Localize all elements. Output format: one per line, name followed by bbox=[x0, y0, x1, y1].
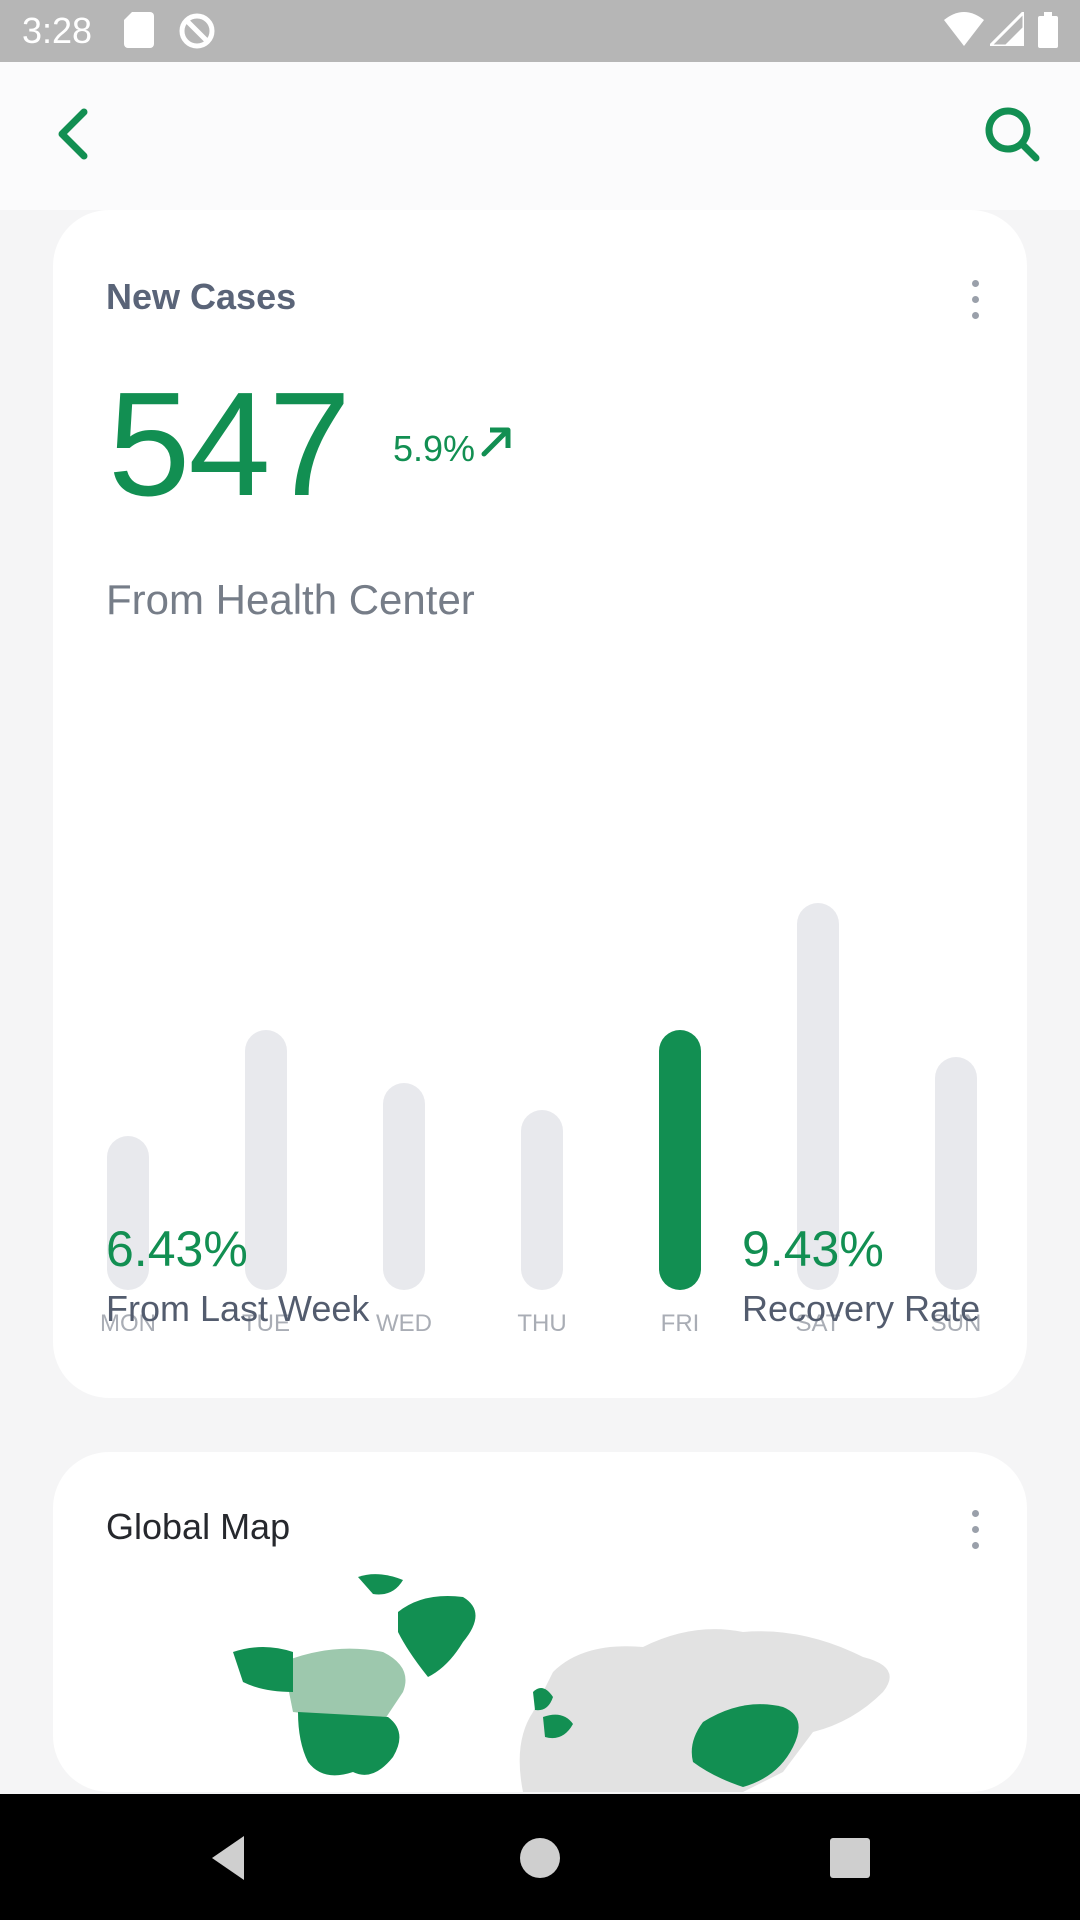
global-map-card: Global Map bbox=[53, 1452, 1027, 1792]
system-nav-bar bbox=[0, 1794, 1080, 1920]
bar-thu[interactable] bbox=[521, 1109, 563, 1290]
sync-icon bbox=[179, 13, 215, 49]
arrow-up-right-icon bbox=[481, 427, 511, 457]
weekly-cases-chart: MON TUE WED THU FRI SAT SUN bbox=[53, 650, 1027, 1337]
recovery-rate-label: Recovery Rate bbox=[742, 1288, 981, 1329]
recovery-rate-value: 9.43% bbox=[742, 1221, 884, 1277]
battery-icon bbox=[1038, 12, 1058, 48]
recents-square-icon[interactable] bbox=[818, 1826, 882, 1890]
bar-sun[interactable] bbox=[935, 1056, 977, 1290]
status-bar: 3:28 bbox=[0, 0, 1080, 62]
chevron-left-icon[interactable] bbox=[44, 102, 108, 166]
app-bar bbox=[0, 62, 1080, 210]
home-circle-icon[interactable] bbox=[508, 1826, 572, 1890]
last-week-value: 6.43% bbox=[106, 1221, 248, 1277]
more-vertical-icon[interactable] bbox=[963, 276, 987, 324]
search-icon[interactable] bbox=[980, 102, 1044, 166]
bar-tue[interactable] bbox=[245, 1030, 287, 1290]
bar-wed[interactable] bbox=[383, 1083, 425, 1290]
world-map-icon[interactable] bbox=[223, 1572, 923, 1792]
more-vertical-icon[interactable] bbox=[963, 1506, 987, 1554]
card-title: New Cases bbox=[106, 276, 297, 317]
status-time: 3:28 bbox=[22, 10, 93, 51]
percent-change: 5.9% bbox=[393, 428, 476, 469]
bar-fri[interactable] bbox=[659, 1030, 701, 1290]
tick-label-fri: FRI bbox=[660, 1310, 700, 1337]
last-week-label: From Last Week bbox=[106, 1288, 370, 1329]
signal-icon bbox=[990, 12, 1024, 46]
wifi-icon bbox=[944, 12, 984, 46]
tick-label-thu: THU bbox=[517, 1310, 567, 1337]
new-cases-card: New Cases 547 5.9% From Health Center MO… bbox=[53, 210, 1027, 1398]
back-triangle-icon[interactable] bbox=[196, 1826, 260, 1890]
card-title: Global Map bbox=[106, 1506, 291, 1547]
chart-subtitle: From Health Center bbox=[106, 576, 475, 623]
sd-card-icon bbox=[124, 12, 154, 48]
case-count: 547 bbox=[108, 362, 351, 527]
